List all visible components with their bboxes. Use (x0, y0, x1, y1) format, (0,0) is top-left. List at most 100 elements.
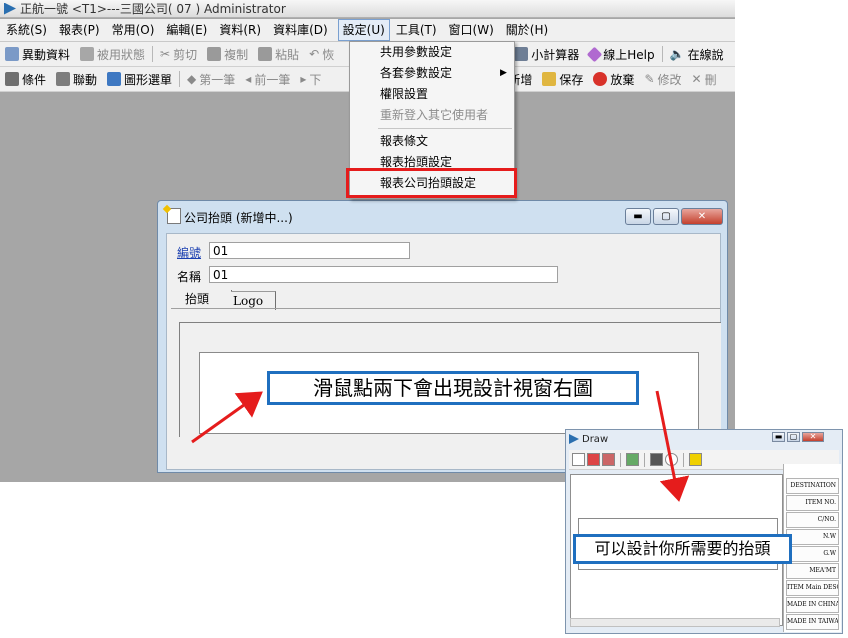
link-label: 聯動 (73, 72, 98, 87)
next-record-label: 下 (309, 72, 322, 87)
draw-toolbar-separator (644, 452, 645, 467)
link-button[interactable]: 聯動 (51, 68, 102, 90)
code-input[interactable]: 01 (209, 242, 410, 259)
calculator-label: 小計算器 (531, 47, 580, 62)
usage-status-icon (80, 47, 95, 61)
field-carton-no[interactable]: C/NO. (786, 512, 839, 528)
open-file-icon[interactable] (587, 453, 600, 466)
first-record-icon: ◆ (187, 72, 197, 86)
menu-window[interactable]: 窗口(W) (443, 20, 500, 40)
tab-header[interactable]: 抬頭 (181, 290, 232, 308)
menu-database[interactable]: 資料庫(D) (267, 20, 334, 40)
delete-button[interactable]: ✕ 刪 (687, 68, 722, 90)
undo-label: 恢 (322, 47, 335, 62)
calculator-icon (514, 47, 529, 61)
menu-edit[interactable]: 編輯(E) (160, 20, 213, 40)
tools-icon[interactable] (626, 453, 639, 466)
first-record-button[interactable]: ◆ 第一筆 (182, 68, 240, 90)
help-icon[interactable] (689, 453, 702, 466)
menu-item-report-clauses[interactable]: 報表條文 (380, 132, 428, 150)
maximize-button[interactable]: ▢ (653, 208, 679, 225)
field-item-desc[interactable]: ITEM Main DESC (786, 580, 839, 596)
close-button[interactable]: ✕ (681, 208, 723, 225)
online-speech-button[interactable]: 🔈 在線說 (665, 43, 729, 65)
print-icon[interactable] (650, 453, 663, 466)
new-file-icon[interactable] (572, 453, 585, 466)
edit-data-icon (5, 47, 19, 61)
toolbar-separator (179, 71, 181, 87)
name-input[interactable]: 01 (209, 266, 558, 283)
paste-button[interactable]: 粘貼 (253, 43, 304, 65)
menu-tools[interactable]: 工具(T) (390, 20, 443, 40)
field-measurement[interactable]: MEA'MT (786, 563, 839, 579)
next-record-button[interactable]: ▸ 下 (295, 68, 326, 90)
save-icon (542, 72, 557, 86)
paste-icon (258, 47, 273, 61)
usage-status-button[interactable]: 被用狀態 (75, 43, 150, 65)
copy-button[interactable]: 複制 (202, 43, 253, 65)
tab-divider (171, 308, 720, 309)
undo-button[interactable]: ↶ 恢 (304, 43, 339, 65)
field-destination[interactable]: DESTINATION (786, 478, 839, 494)
zoom-icon[interactable] (665, 453, 678, 466)
prev-record-button[interactable]: ◂ 前一筆 (240, 68, 295, 90)
app-title-bar: 正航一號 <T1>---三國公司( 07 ) Administrator (0, 0, 735, 18)
copy-icon (207, 47, 222, 61)
condition-button[interactable]: 條件 (0, 68, 51, 90)
code-label: 編號 (177, 246, 202, 260)
draw-close-button[interactable]: ✕ (802, 432, 824, 442)
menu-item-module-params[interactable]: 各套參數設定 (380, 64, 452, 82)
menu-item-permissions[interactable]: 權限設置 (380, 85, 428, 103)
prev-record-label: 前一筆 (254, 72, 291, 87)
modify-label: 修改 (657, 72, 682, 87)
new-document-icon (167, 208, 181, 224)
first-record-label: 第一筆 (199, 72, 236, 87)
graphic-menu-button[interactable]: 圖形選單 (102, 68, 177, 90)
field-made-in-taiwan[interactable]: MADE IN TAIWAN (786, 614, 839, 630)
field-item-no[interactable]: ITEM NO. (786, 495, 839, 511)
save-button[interactable]: 保存 (537, 68, 588, 90)
field-gross-weight[interactable]: G.W (786, 546, 839, 562)
menu-common[interactable]: 常用(O) (106, 20, 161, 40)
double-click-annotation: 滑鼠點兩下會出現設計視窗右圖 (267, 371, 639, 405)
menu-item-shared-params[interactable]: 共用參數設定 (380, 43, 452, 61)
menu-item-relogin[interactable]: 重新登入其它使用者 (380, 106, 488, 124)
toolbar-separator (152, 46, 154, 62)
dialog-title: 公司抬頭 (新增中...) (184, 211, 293, 225)
edit-data-button[interactable]: 異動資料 (0, 43, 75, 65)
save-label: 保存 (559, 72, 584, 87)
submenu-arrow-icon: ▶ (500, 68, 507, 78)
draw-toolbar-separator (620, 452, 621, 467)
discard-button[interactable]: 放棄 (588, 68, 639, 90)
field-net-weight[interactable]: N.W (786, 529, 839, 545)
menu-settings[interactable]: 設定(U) (337, 19, 390, 41)
online-help-button[interactable]: 線上Help (584, 43, 659, 65)
condition-label: 條件 (22, 72, 47, 87)
company-header-highlight (346, 168, 517, 198)
draw-horizontal-scrollbar[interactable] (570, 618, 780, 627)
app-title: 正航一號 <T1>---三國公司( 07 ) Administrator (20, 2, 286, 16)
help-icon (586, 46, 603, 62)
export-icon[interactable] (602, 453, 615, 466)
edit-data-label: 異動資料 (22, 47, 71, 62)
modify-button[interactable]: ✎ 修改 (639, 68, 686, 90)
scissors-icon: ✂ (160, 47, 171, 61)
name-label: 名稱 (177, 270, 202, 284)
menu-data[interactable]: 資料(R) (213, 20, 267, 40)
prev-record-icon: ◂ (245, 72, 252, 86)
menu-about[interactable]: 關於(H) (500, 20, 554, 40)
undo-icon: ↶ (309, 47, 320, 61)
field-made-in-china[interactable]: MADE IN CHINA (786, 597, 839, 613)
menu-bar: 系統(S) 報表(P) 常用(O) 編輯(E) 資料(R) 資料庫(D) 設定(… (0, 19, 735, 42)
app-logo-icon (4, 2, 16, 15)
calculator-button[interactable]: 小計算器 (509, 43, 584, 65)
cut-button[interactable]: ✂ 剪切 (155, 43, 202, 65)
menu-system[interactable]: 系統(S) (0, 20, 53, 40)
menu-report[interactable]: 報表(P) (53, 20, 106, 40)
usage-status-label: 被用狀態 (97, 47, 146, 62)
minimize-button[interactable]: ▬ (625, 208, 651, 225)
online-help-label: 線上Help (603, 47, 655, 62)
draw-maximize-button[interactable]: ▢ (787, 432, 800, 442)
draw-minimize-button[interactable]: ▬ (772, 432, 785, 442)
graphic-menu-icon (107, 72, 122, 86)
